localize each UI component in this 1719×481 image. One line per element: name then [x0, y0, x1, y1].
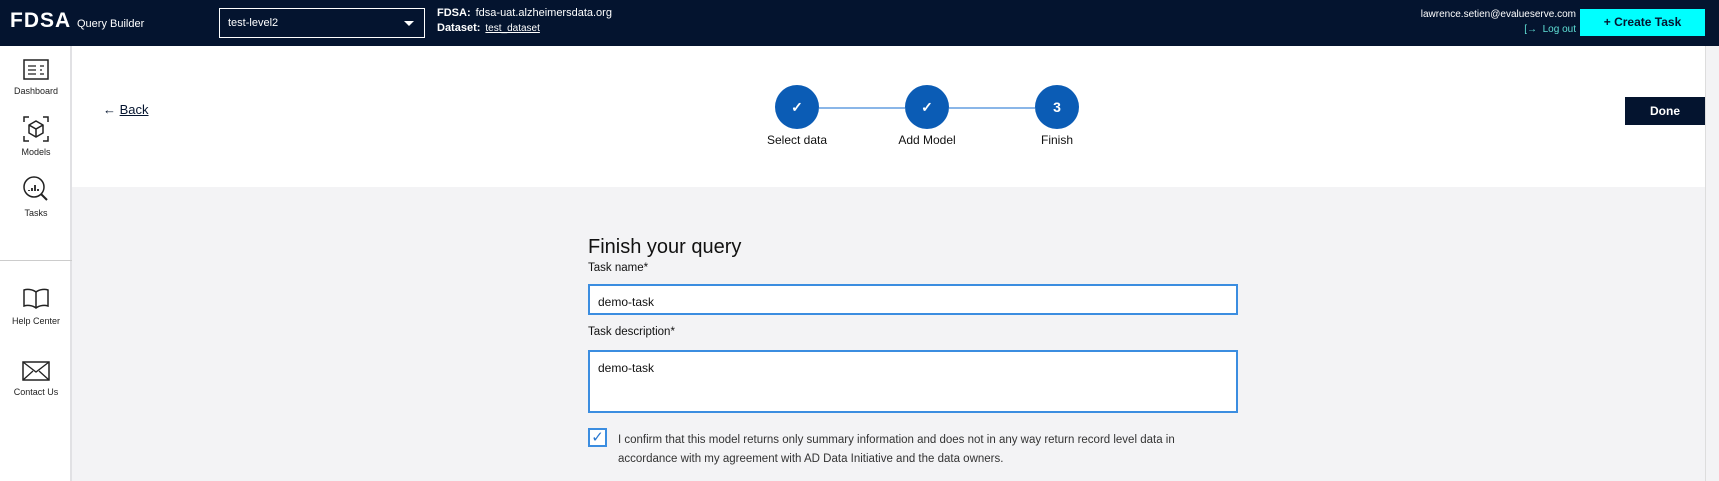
dataset-info: Dataset: test_dataset: [437, 22, 540, 34]
project-select[interactable]: test-level2: [219, 8, 425, 38]
user-email: lawrence.setien@evalueserve.com: [1420, 9, 1576, 20]
confirm-checkbox[interactable]: ✓: [588, 428, 607, 447]
app-name: Query Builder: [77, 18, 145, 30]
back-label: Back: [119, 102, 149, 117]
sidebar-divider: [0, 260, 72, 261]
cube-icon: [23, 116, 49, 142]
back-link[interactable]: ← Back: [103, 102, 149, 117]
done-button[interactable]: Done: [1625, 97, 1705, 125]
logout-label: Log out: [1542, 24, 1576, 35]
confirm-text: I confirm that this model returns only s…: [618, 434, 1175, 465]
top-header: FDSA Query Builder test-level2 FDSA: fdsa…: [0, 0, 1719, 46]
arrow-left-icon: ←: [103, 102, 120, 117]
sidebar-label: Tasks: [24, 208, 48, 218]
page-title: Finish your query: [588, 236, 742, 258]
create-task-button[interactable]: + Create Task: [1580, 9, 1705, 36]
stepper-bar: [72, 46, 1719, 187]
step-label: Select data: [766, 133, 828, 147]
book-icon: [23, 288, 49, 309]
check-icon: ✓: [791, 99, 803, 115]
scrollbar[interactable]: [1705, 46, 1719, 481]
sidebar-label: Contact Us: [13, 387, 59, 397]
step-connector: [819, 107, 905, 109]
fdsa-info: FDSA: fdsa-uat.alzheimersdata.org: [437, 7, 612, 19]
task-name-input[interactable]: demo-task: [588, 284, 1238, 315]
logout-icon: [→: [1524, 24, 1543, 35]
sidebar-label: Models: [21, 147, 51, 157]
fdsa-value: fdsa-uat.alzheimersdata.org: [475, 7, 612, 19]
dataset-label: Dataset:: [437, 22, 481, 34]
sidebar-item-tasks[interactable]: Tasks: [0, 174, 72, 218]
envelope-icon: [22, 361, 50, 381]
step-2-circle: ✓: [905, 85, 949, 129]
check-icon: ✓: [591, 429, 604, 446]
step-connector: [949, 107, 1035, 109]
sidebar-label: Help Center: [11, 316, 61, 326]
dashboard-icon: [23, 59, 49, 80]
sidebar: Dashboard Models Tasks Help Center Conta…: [0, 46, 72, 481]
sidebar-item-models[interactable]: Models: [0, 115, 72, 157]
search-chart-icon: [23, 176, 48, 201]
chevron-down-icon: [404, 21, 414, 26]
task-description-label: Task description*: [588, 326, 675, 338]
sidebar-item-help-center[interactable]: Help Center: [0, 286, 72, 326]
logout-link[interactable]: [→ Log out: [1524, 24, 1576, 35]
step-label: Add Model: [898, 133, 956, 147]
task-description-textarea[interactable]: demo-task: [588, 350, 1238, 413]
step-1-circle: ✓: [775, 85, 819, 129]
check-icon: ✓: [921, 99, 933, 115]
sidebar-item-dashboard[interactable]: Dashboard: [0, 58, 72, 96]
project-select-value: test-level2: [228, 17, 279, 29]
step-label: Finish: [1040, 133, 1073, 147]
step-3-circle: 3: [1035, 85, 1079, 129]
sidebar-label: Dashboard: [13, 86, 59, 96]
sidebar-item-contact-us[interactable]: Contact Us: [0, 359, 72, 397]
dataset-link[interactable]: test_dataset: [485, 23, 539, 34]
task-name-label: Task name*: [588, 262, 649, 274]
fdsa-label: FDSA:: [437, 7, 471, 19]
fdsa-logo[interactable]: FDSA: [10, 9, 71, 33]
